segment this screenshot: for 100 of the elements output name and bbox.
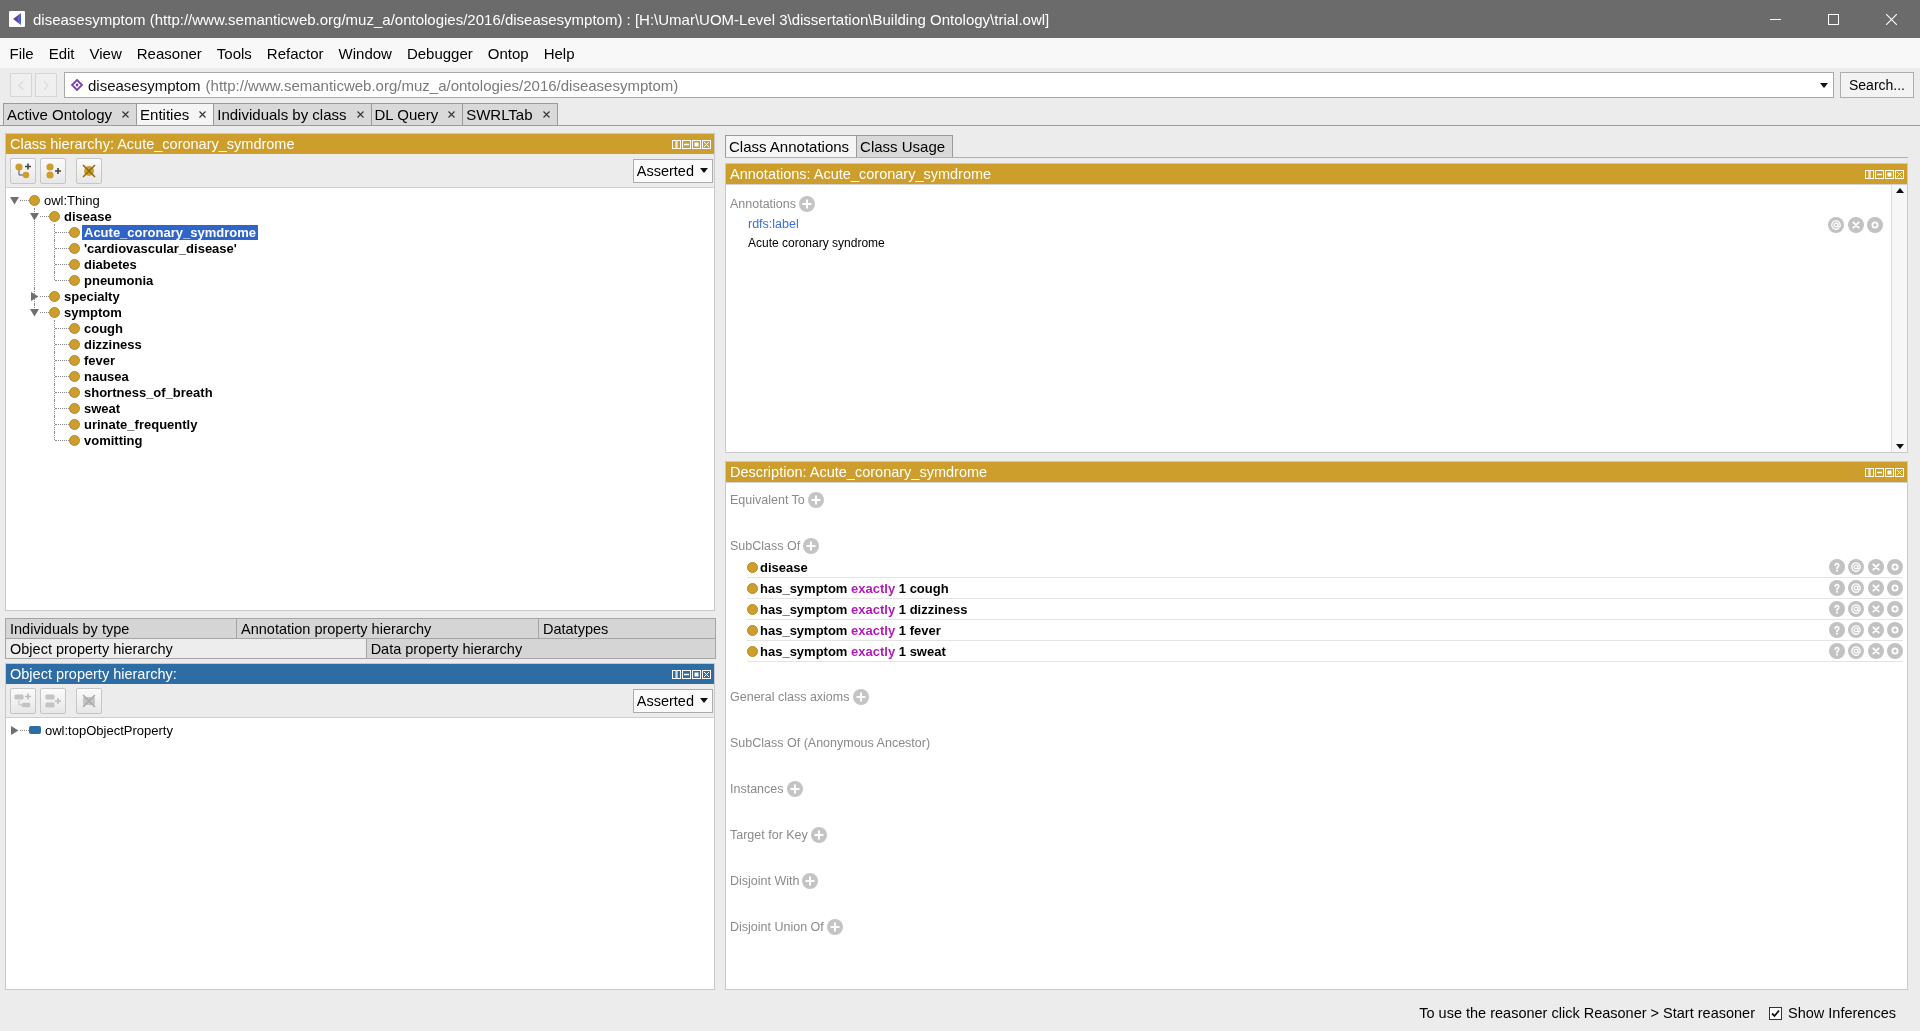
add-child-button[interactable]	[10, 157, 36, 184]
minimize-icon[interactable]	[682, 139, 691, 149]
tree-item[interactable]: shortness_of_breath	[82, 384, 215, 400]
tree-item[interactable]: nausea	[82, 368, 131, 384]
tree-item[interactable]: pneumonia	[82, 272, 156, 288]
split-view-icon[interactable]	[1865, 169, 1874, 179]
tree-item[interactable]: 'cardiovascular_disease'	[82, 240, 239, 256]
tree-item[interactable]: dizziness	[82, 336, 144, 352]
workspace-tab[interactable]: Entities	[136, 103, 215, 125]
x-icon[interactable]	[1867, 643, 1884, 659]
workspace-tab[interactable]: SWRLTab	[462, 103, 558, 125]
tree-item[interactable]: fever	[82, 352, 118, 368]
dropdown-caret-icon[interactable]	[1819, 82, 1828, 88]
ring-icon[interactable]	[1887, 580, 1903, 596]
at-sign-icon[interactable]	[1848, 643, 1864, 659]
dropdown-caret-icon[interactable]	[700, 168, 708, 173]
menu-item[interactable]: Ontop	[480, 44, 537, 62]
menu-item[interactable]: Edit	[41, 44, 83, 62]
add-icon[interactable]	[803, 538, 820, 554]
close-icon[interactable]	[448, 111, 456, 118]
tree-item[interactable]: owl:topObjectProperty	[43, 722, 175, 738]
menu-item[interactable]: Window	[331, 44, 400, 62]
question-icon[interactable]	[1828, 559, 1845, 575]
view-tab[interactable]: Individuals by type	[5, 618, 237, 639]
question-icon[interactable]	[1828, 601, 1845, 617]
ring-icon[interactable]	[1887, 601, 1903, 617]
ring-icon[interactable]	[1887, 559, 1903, 575]
tree-item[interactable]: owl:Thing	[42, 192, 102, 208]
tree-item[interactable]: Acute_coronary_symdrome	[82, 224, 258, 240]
x-icon[interactable]	[1867, 580, 1884, 596]
x-icon[interactable]	[1867, 559, 1884, 575]
disclosure-triangle-icon[interactable]	[30, 307, 39, 317]
close-icon[interactable]	[122, 111, 130, 118]
menu-item[interactable]: Tools	[209, 44, 260, 62]
question-icon[interactable]	[1828, 580, 1845, 596]
disclosure-triangle-icon[interactable]	[30, 291, 39, 301]
annotation-property-link[interactable]: rdfs:label	[748, 217, 799, 231]
workspace-tab[interactable]: Individuals by class	[213, 103, 372, 125]
tree-item[interactable]: urinate_frequently	[82, 416, 200, 432]
view-tab[interactable]: Data property hierarchy	[365, 638, 716, 659]
disclosure-triangle-icon[interactable]	[10, 195, 19, 205]
view-tab[interactable]: Object property hierarchy	[5, 638, 367, 659]
at-sign-icon[interactable]	[1848, 622, 1864, 638]
dropdown-caret-icon[interactable]	[700, 698, 708, 703]
workspace-tab[interactable]: DL Query	[370, 103, 464, 125]
at-sign-icon[interactable]	[1848, 559, 1864, 575]
ring-icon[interactable]	[1867, 217, 1883, 233]
menu-item[interactable]: File	[2, 44, 42, 62]
minimize-icon[interactable]	[1875, 169, 1884, 179]
at-sign-icon[interactable]	[1828, 217, 1844, 233]
disclosure-triangle-icon[interactable]	[10, 725, 19, 735]
tree-item[interactable]: specialty	[62, 288, 122, 304]
add-icon[interactable]	[786, 781, 803, 797]
at-sign-icon[interactable]	[1848, 580, 1864, 596]
maximize-icon[interactable]	[692, 139, 701, 149]
vertical-scrollbar[interactable]	[1891, 185, 1907, 452]
at-sign-icon[interactable]	[1848, 601, 1864, 617]
tree-item[interactable]: disease	[62, 208, 114, 224]
mode-dropdown[interactable]: Asserted	[632, 158, 713, 183]
tree-item[interactable]: vomitting	[82, 432, 145, 448]
workspace-tab[interactable]: Active Ontology	[3, 103, 138, 125]
disclosure-triangle-icon[interactable]	[30, 211, 39, 221]
add-icon[interactable]	[799, 196, 816, 212]
menu-item[interactable]: Debugger	[399, 44, 481, 62]
ontology-selector[interactable]: diseasesymptom (http://www.semanticweb.org/muz_a/ontologies/2016/diseasesymptom)	[64, 72, 1834, 98]
x-icon[interactable]	[1867, 601, 1884, 617]
menu-item[interactable]: View	[82, 44, 130, 62]
question-icon[interactable]	[1828, 643, 1845, 659]
scroll-up-icon[interactable]	[1895, 188, 1904, 193]
tree-item[interactable]: symptom	[62, 304, 124, 320]
minimize-icon[interactable]	[682, 669, 691, 679]
maximize-icon[interactable]	[692, 669, 701, 679]
split-view-icon[interactable]	[672, 139, 681, 149]
add-icon[interactable]	[807, 492, 824, 508]
menu-item[interactable]: Help	[536, 44, 583, 62]
delete-button[interactable]	[76, 157, 102, 184]
add-icon[interactable]	[852, 689, 869, 705]
maximize-icon[interactable]	[1885, 169, 1894, 179]
close-icon[interactable]	[199, 111, 207, 118]
add-icon[interactable]	[826, 919, 843, 935]
mode-dropdown[interactable]: Asserted	[632, 688, 713, 713]
add-icon[interactable]	[810, 827, 827, 843]
checkbox-icon[interactable]	[1769, 1006, 1782, 1020]
menu-item[interactable]: Reasoner	[129, 44, 210, 62]
question-icon[interactable]	[1828, 622, 1845, 638]
tree-item[interactable]: sweat	[82, 400, 123, 416]
maximize-icon[interactable]	[1885, 467, 1894, 477]
tree-item[interactable]: cough	[82, 320, 125, 336]
view-tab[interactable]: Annotation property hierarchy	[236, 618, 539, 639]
scroll-down-icon[interactable]	[1895, 444, 1904, 449]
view-tab[interactable]: Class Annotations	[725, 135, 858, 157]
ring-icon[interactable]	[1887, 622, 1903, 638]
x-icon[interactable]	[1847, 217, 1864, 233]
show-inferences-checkbox[interactable]: Show Inferences	[1769, 1005, 1896, 1021]
close-icon[interactable]	[542, 111, 550, 118]
split-view-icon[interactable]	[672, 669, 681, 679]
ring-icon[interactable]	[1887, 643, 1903, 659]
search-button[interactable]: Search...	[1839, 72, 1914, 98]
tree-item[interactable]: diabetes	[82, 256, 139, 272]
close-icon[interactable]	[356, 111, 364, 118]
